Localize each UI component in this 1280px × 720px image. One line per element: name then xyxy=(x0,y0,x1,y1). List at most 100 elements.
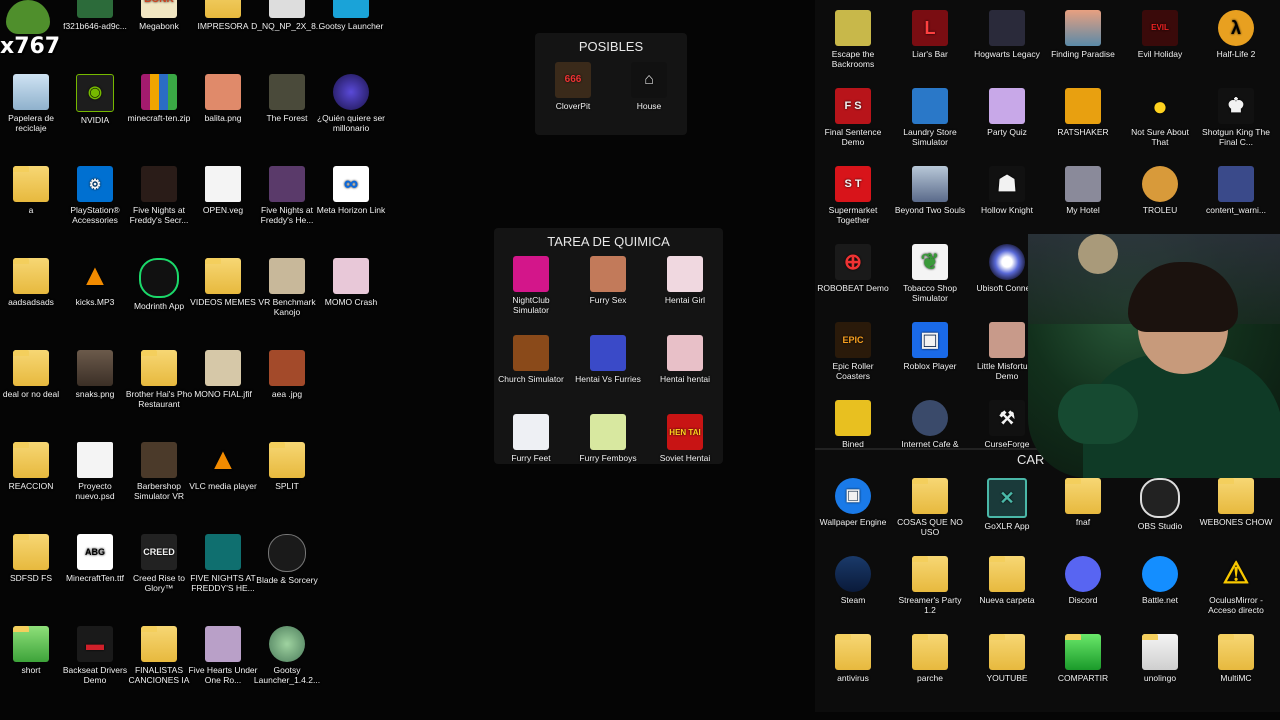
desktop-icon-split[interactable]: SPLIT xyxy=(248,442,326,491)
icon-label: Furry Feet xyxy=(511,453,551,463)
desktop-icon-hollow-knight[interactable]: ☗ Hollow Knight xyxy=(968,166,1046,215)
desktop-icon-hogwarts-legacy[interactable]: Hogwarts Legacy xyxy=(968,10,1046,59)
desktop-icon-hentai-hentai[interactable]: Hentai hentai xyxy=(646,335,724,384)
desktop-icon-obs-studio[interactable]: OBS Studio xyxy=(1121,478,1199,531)
game-cover-icon xyxy=(1065,166,1101,202)
icon-label: Meta Horizon Link xyxy=(316,205,386,215)
icon-label: Hentai Girl xyxy=(664,295,706,305)
icon-label: Steam xyxy=(840,595,866,605)
desktop-icon-shotgun-king[interactable]: ♚ Shotgun King The Final C... xyxy=(1197,88,1275,147)
crosshair-icon: ⊕ xyxy=(835,244,871,280)
game-cover-icon xyxy=(835,10,871,46)
desktop-icon-hentai-girl[interactable]: Hentai Girl xyxy=(646,256,724,305)
desktop-icon-multimc[interactable]: MultiMC xyxy=(1197,634,1275,683)
desktop-icon-nightclub-simulator[interactable]: NightClub Simulator xyxy=(492,256,570,315)
icon-label: Liar's Bar xyxy=(912,49,948,59)
desktop-icon-streamers-party[interactable]: Streamer's Party 1.2 xyxy=(891,556,969,615)
desktop-icon-antivirus[interactable]: antivirus xyxy=(814,634,892,683)
roblox-icon: ▣ xyxy=(912,322,948,358)
desktop-icon-unolingo[interactable]: unolingo xyxy=(1121,634,1199,683)
desktop-icon-gootsy-launcher[interactable]: Gootsy Launcher xyxy=(312,0,390,31)
desktop-icon-webones-chow[interactable]: WEBONES CHOW xyxy=(1197,478,1275,527)
rubber-duck-icon: ● xyxy=(1152,91,1168,121)
desktop-icon-party-quiz[interactable]: Party Quiz xyxy=(968,88,1046,137)
desktop-icon-millonario[interactable]: ¿Quién quiere ser millonario xyxy=(312,74,390,133)
desktop-icon-cosas-que-no-uso[interactable]: COSAS QUE NO USO xyxy=(891,478,969,537)
desktop-icon-furry-feet[interactable]: Furry Feet xyxy=(492,414,570,463)
desktop-icon-troleu[interactable]: TROLEU xyxy=(1121,166,1199,215)
desktop-icon-finding-paradise[interactable]: Finding Paradise xyxy=(1044,10,1122,59)
desktop-icon-nueva-carpeta[interactable]: Nueva carpeta xyxy=(968,556,1046,605)
folder-icon xyxy=(912,634,948,670)
desktop-icon-content-warning[interactable]: content_warni... xyxy=(1197,166,1275,215)
desktop-icon-compartir[interactable]: COMPARTIR xyxy=(1044,634,1122,683)
desktop-icon-evil-holiday[interactable]: EVIL Evil Holiday xyxy=(1121,10,1199,59)
icon-label: Epic Roller Coasters xyxy=(832,361,874,381)
desktop-icon-battle-net[interactable]: Battle.net xyxy=(1121,556,1199,605)
vlc-cone-icon: ▲ xyxy=(80,259,110,292)
desktop-icon-furry-femboys[interactable]: Furry Femboys xyxy=(569,414,647,463)
installer-icon xyxy=(269,626,305,662)
microphone-icon xyxy=(1078,234,1118,274)
desktop-icon-meta-horizon[interactable]: ∞ Meta Horizon Link xyxy=(312,166,390,215)
desktop-icon-beyond-two-souls[interactable]: Beyond Two Souls xyxy=(891,166,969,215)
game-cover-icon xyxy=(513,335,549,371)
desktop-icon-not-sure-about-that[interactable]: ● Not Sure About That xyxy=(1121,88,1199,147)
desktop-icon-final-sentence[interactable]: F S Final Sentence Demo xyxy=(814,88,892,147)
game-cover-icon xyxy=(590,335,626,371)
desktop-icon-escape-backrooms[interactable]: Escape the Backrooms xyxy=(814,10,892,69)
desktop-icon-cloverpit[interactable]: 666 CloverPit xyxy=(534,62,612,111)
desktop-icon-gootsy-launcher-142[interactable]: Gootsy Launcher_1.4.2... xyxy=(248,626,326,685)
desktop-icon-parche[interactable]: parche xyxy=(891,634,969,683)
document-icon xyxy=(205,166,241,202)
icon-label: aea .jpg xyxy=(271,389,303,399)
barber-icon xyxy=(141,442,177,478)
folder-icon xyxy=(1218,634,1254,670)
desktop-icon-youtube[interactable]: YOUTUBE xyxy=(968,634,1046,683)
fence-title: POSIBLES xyxy=(578,39,644,54)
megabonk-icon: BONK xyxy=(141,0,177,18)
game-cover-icon xyxy=(989,10,1025,46)
desktop-icon-house[interactable]: ⌂ House xyxy=(610,62,688,111)
icon-label: Streamer's Party 1.2 xyxy=(898,595,962,615)
desktop-icon-bined[interactable]: Bined xyxy=(814,400,892,449)
desktop-icon-half-life-2[interactable]: λ Half-Life 2 xyxy=(1197,10,1275,59)
desktop-icon-discord[interactable]: Discord xyxy=(1044,556,1122,605)
game-cover-icon xyxy=(1065,88,1101,124)
desktop-icon-soviet-hentai[interactable]: HEN TAI Soviet Hentai xyxy=(646,414,724,463)
game-cover-icon xyxy=(912,166,948,202)
icon-label: Furry Sex xyxy=(589,295,627,305)
desktop-icon-oculus-mirror[interactable]: ⚠ OculusMirror - Acceso directo xyxy=(1197,556,1275,616)
icon-label: Hentai Vs Furries xyxy=(575,374,641,384)
desktop-icon-furry-sex[interactable]: Furry Sex xyxy=(569,256,647,305)
desktop-icon-momo-crash[interactable]: MOMO Crash xyxy=(312,258,390,307)
folder-icon xyxy=(13,534,49,570)
desktop-icon-tobacco-shop[interactable]: ❦ Tobacco Shop Simulator xyxy=(891,244,969,303)
folder-icon xyxy=(269,442,305,478)
image-file-icon xyxy=(269,350,305,386)
desktop-icon-fnaf[interactable]: fnaf xyxy=(1044,478,1122,527)
icon-label: Laundry Store Simulator xyxy=(903,127,957,147)
goxlr-icon: ✕ xyxy=(987,478,1027,518)
logo-text: x767 xyxy=(0,34,61,59)
icon-label: Nueva carpeta xyxy=(979,595,1035,605)
desktop-icon-liars-bar[interactable]: L Liar's Bar xyxy=(891,10,969,59)
desktop-icon-wallpaper-engine[interactable]: ▣ Wallpaper Engine xyxy=(814,478,892,527)
desktop-icon-ratshaker[interactable]: RATSHAKER xyxy=(1044,88,1122,137)
desktop-icon-steam[interactable]: Steam xyxy=(814,556,892,605)
desktop-icon-goxlr-app[interactable]: ✕ GoXLR App xyxy=(968,478,1046,531)
desktop-icon-roblox-player[interactable]: ▣ Roblox Player xyxy=(891,322,969,371)
desktop-icon-internet-cafe[interactable]: Internet Cafe & xyxy=(891,400,969,449)
desktop-icon-aea-jpg[interactable]: aea .jpg xyxy=(248,350,326,399)
desktop-icon-epic-roller-coasters[interactable]: EPIC Epic Roller Coasters xyxy=(814,322,892,381)
desktop-icon-blade-sorcery[interactable]: Blade & Sorcery xyxy=(248,534,326,585)
desktop-icon-my-hotel[interactable]: My Hotel xyxy=(1044,166,1122,215)
desktop-icon-supermarket-together[interactable]: S T Supermarket Together xyxy=(814,166,892,225)
document-icon xyxy=(77,442,113,478)
desktop-icon-church-simulator[interactable]: Church Simulator xyxy=(492,335,570,384)
desktop-icon-robobeat[interactable]: ⊕ ROBOBEAT Demo xyxy=(814,244,892,293)
obs-icon xyxy=(1140,478,1180,518)
desktop-icon-laundry-store[interactable]: Laundry Store Simulator xyxy=(891,88,969,147)
desktop-icon-hentai-vs-furries[interactable]: Hentai Vs Furries xyxy=(569,335,647,384)
icon-label: Hollow Knight xyxy=(981,205,1033,215)
